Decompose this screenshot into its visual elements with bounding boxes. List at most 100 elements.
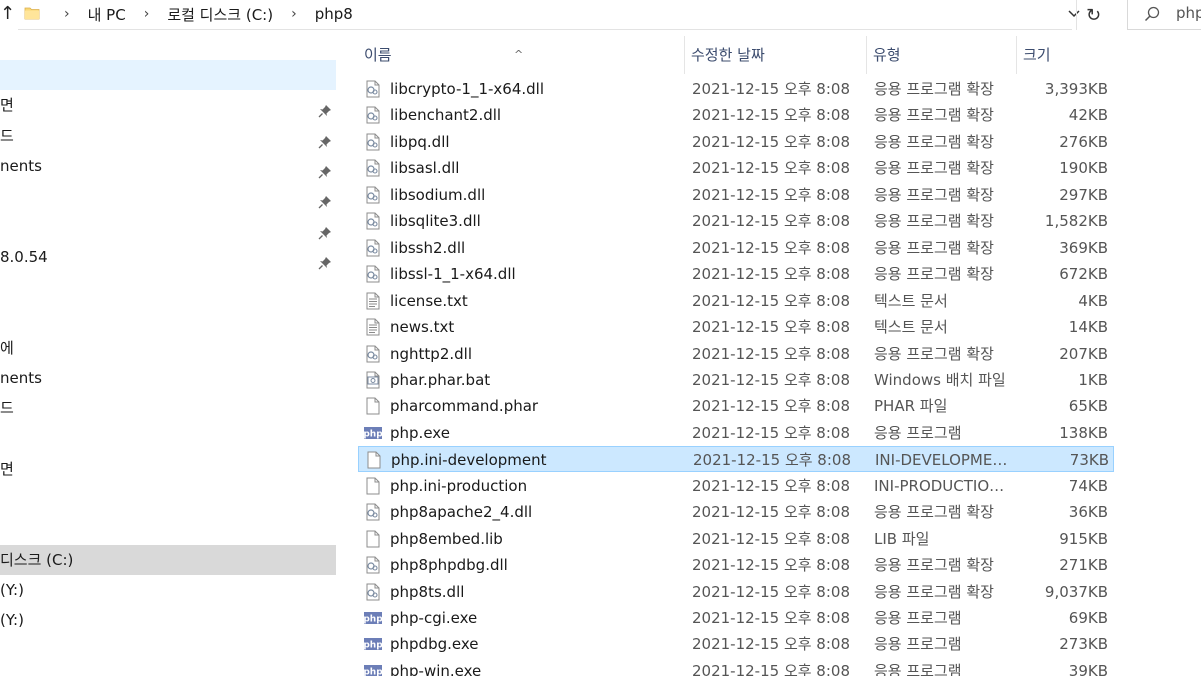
file-name: php-cgi.exe: [390, 609, 478, 627]
breadcrumb-chevron-icon[interactable]: ›: [50, 6, 84, 22]
sort-ascending-icon: ^: [514, 48, 524, 61]
breadcrumb-chevron-icon[interactable]: ›: [277, 6, 311, 22]
dll-icon: [364, 556, 382, 574]
pin-icon[interactable]: [318, 250, 332, 270]
file-row[interactable]: php8apache2_4.dll 2021-12-15 오후 8:08 응용 프로…: [358, 499, 1114, 525]
pin-icon[interactable]: [318, 220, 332, 239]
file-row[interactable]: news.txt 2021-12-15 오후 8:08 텍스트 문서 14KB: [358, 314, 1114, 340]
file-name: libenchant2.dll: [390, 106, 502, 125]
breadcrumb-php8[interactable]: php8: [311, 5, 357, 23]
nav-item[interactable]: 면: [0, 90, 336, 120]
file-row[interactable]: libsasl.dll 2021-12-15 오후 8:08 응용 프로그램 확장 1…: [358, 155, 1114, 181]
file-date: 2021-12-15 오후 8:08: [692, 185, 850, 204]
file-type: INI-DEVELOPMENT ...: [875, 451, 1015, 470]
file-row[interactable]: libenchant2.dll 2021-12-15 오후 8:08 응용 프로그램…: [358, 102, 1114, 128]
dll-icon: [364, 106, 382, 124]
search-box[interactable]: php8: [1127, 0, 1201, 30]
file-date: 2021-12-15 오후 8:08: [692, 582, 850, 601]
file-size: 271KB: [1059, 556, 1108, 575]
dll-icon: [364, 159, 382, 177]
breadcrumb-local-disk[interactable]: 로컬 디스크 (C:): [163, 4, 277, 25]
pin-icon[interactable]: [318, 159, 332, 179]
nav-item[interactable]: [0, 424, 336, 454]
dll-icon: [364, 186, 382, 204]
file-size: 1KB: [1078, 370, 1108, 389]
file-row[interactable]: php.ini-production 2021-12-15 오후 8:08 INI-…: [358, 473, 1114, 499]
file-row[interactable]: license.txt 2021-12-15 오후 8:08 텍스트 문서 4KB: [358, 288, 1114, 314]
nav-item-label: 드: [0, 126, 14, 145]
nav-item[interactable]: (Y:): [0, 575, 336, 605]
address-toolbar: ↑ › 내 PC › 로컬 디스크 (C:) › php8 ↻ php8: [0, 0, 1201, 30]
up-arrow-icon[interactable]: ↑: [0, 2, 15, 26]
address-bar[interactable]: › 내 PC › 로컬 디스크 (C:) › php8: [18, 0, 1080, 30]
file-row[interactable]: pharcommand.phar 2021-12-15 오후 8:08 PHAR 파…: [358, 393, 1114, 419]
file-type: Windows 배치 파일: [874, 370, 1006, 389]
file-row[interactable]: php php-cgi.exe 2021-12-15 오후 8:08 응용 프로그램 6…: [358, 605, 1114, 631]
nav-item[interactable]: nents: [0, 151, 336, 181]
nav-item[interactable]: 면: [0, 454, 336, 484]
dll-icon: [364, 265, 382, 283]
nav-item-label: 8.0.54: [0, 247, 48, 266]
file-size: 9,037KB: [1044, 582, 1108, 601]
file-row[interactable]: php php.exe 2021-12-15 오후 8:08 응용 프로그램 138KB: [358, 420, 1114, 446]
nav-item[interactable]: [0, 60, 336, 90]
file-type: 응용 프로그램: [874, 661, 962, 676]
file-name: phpdbg.exe: [390, 635, 479, 654]
file-row[interactable]: libcrypto-1_1-x64.dll 2021-12-15 오후 8:08 응…: [358, 76, 1114, 102]
file-size: 42KB: [1068, 106, 1108, 125]
file-row[interactable]: php php-win.exe 2021-12-15 오후 8:08 응용 프로그램 3…: [358, 658, 1114, 676]
file-row[interactable]: php.ini-development 2021-12-15 오후 8:08 INI…: [358, 446, 1114, 473]
file-size: 1,582KB: [1044, 212, 1108, 231]
nav-item[interactable]: 에: [0, 333, 336, 363]
file-date: 2021-12-15 오후 8:08: [692, 661, 850, 676]
nav-item[interactable]: (Y:): [0, 605, 336, 635]
nav-item[interactable]: 8.0.54: [0, 242, 336, 272]
breadcrumb-this-pc[interactable]: 내 PC: [84, 4, 130, 25]
nav-item-label: nents: [0, 369, 42, 387]
column-header-size-label: 크기: [1023, 46, 1051, 64]
column-header-row: 이름 ^ 수정한 날짜 유형 크기: [358, 36, 1118, 74]
pin-icon[interactable]: [318, 129, 332, 149]
nav-item[interactable]: [0, 181, 336, 211]
file-row[interactable]: nghttp2.dll 2021-12-15 오후 8:08 응용 프로그램 확장 2…: [358, 341, 1114, 367]
file-type: LIB 파일: [874, 529, 930, 548]
svg-text:php: php: [364, 615, 382, 625]
nav-item[interactable]: [0, 484, 336, 514]
column-header-date[interactable]: 수정한 날짜: [684, 36, 866, 74]
nav-item[interactable]: 드: [0, 121, 336, 151]
text-file-icon: [364, 318, 382, 336]
nav-item[interactable]: [0, 515, 336, 545]
nav-item[interactable]: 디스크 (C:): [0, 544, 336, 575]
column-header-size[interactable]: 크기: [1016, 36, 1116, 74]
dll-icon: [364, 212, 382, 230]
pin-icon[interactable]: [318, 189, 332, 209]
file-row[interactable]: libpq.dll 2021-12-15 오후 8:08 응용 프로그램 확장 276…: [358, 129, 1114, 155]
file-row[interactable]: phar.phar.bat 2021-12-15 오후 8:08 Windows 배…: [358, 367, 1114, 393]
column-header-name[interactable]: 이름 ^: [358, 36, 686, 74]
nav-item[interactable]: 드: [0, 393, 336, 423]
nav-item[interactable]: [0, 212, 336, 242]
file-name: nghttp2.dll: [390, 344, 472, 363]
file-row[interactable]: php8embed.lib 2021-12-15 오후 8:08 LIB 파일 915…: [358, 526, 1114, 552]
file-row[interactable]: libsqlite3.dll 2021-12-15 오후 8:08 응용 프로그램 …: [358, 208, 1114, 234]
file-name: libsasl.dll: [390, 159, 460, 178]
column-header-name-label: 이름: [364, 46, 392, 64]
breadcrumb-chevron-icon[interactable]: ›: [130, 6, 164, 22]
file-row[interactable]: php8phpdbg.dll 2021-12-15 오후 8:08 응용 프로그램 …: [358, 552, 1114, 578]
file-row[interactable]: libssh2.dll 2021-12-15 오후 8:08 응용 프로그램 확장 3…: [358, 235, 1114, 261]
pin-icon[interactable]: [318, 98, 332, 118]
file-row[interactable]: php8ts.dll 2021-12-15 오후 8:08 응용 프로그램 확장 9,…: [358, 579, 1114, 605]
nav-item[interactable]: nents: [0, 363, 336, 393]
file-row[interactable]: libsodium.dll 2021-12-15 오후 8:08 응용 프로그램 확…: [358, 182, 1114, 208]
nav-item[interactable]: [0, 272, 336, 302]
nav-item[interactable]: [0, 302, 336, 332]
file-date: 2021-12-15 오후 8:08: [692, 132, 850, 151]
dll-icon: [364, 583, 382, 601]
file-date: 2021-12-15 오후 8:08: [692, 159, 850, 178]
refresh-button[interactable]: ↻: [1076, 0, 1110, 30]
file-size: 273KB: [1059, 635, 1108, 654]
file-type: 응용 프로그램: [874, 609, 962, 627]
column-header-type[interactable]: 유형: [866, 36, 1016, 74]
file-row[interactable]: libssl-1_1-x64.dll 2021-12-15 오후 8:08 응용 프…: [358, 261, 1114, 287]
file-row[interactable]: php phpdbg.exe 2021-12-15 오후 8:08 응용 프로그램 27…: [358, 631, 1114, 657]
